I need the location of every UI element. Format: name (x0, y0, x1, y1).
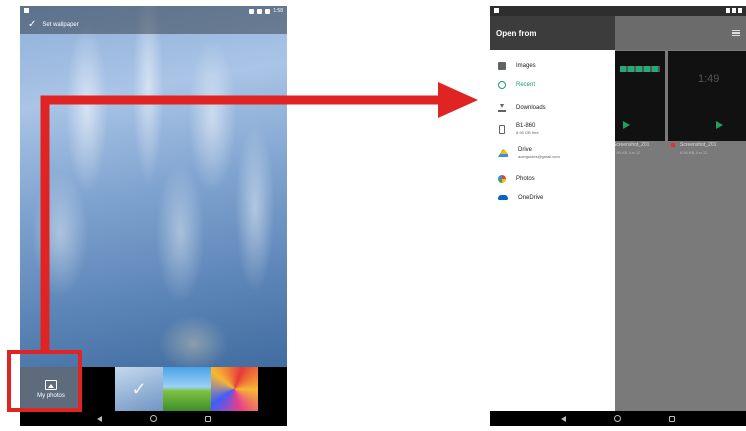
photos-icon (498, 174, 506, 183)
tile-2-caption: Screenshot_201 (680, 142, 717, 148)
status-icons (726, 8, 742, 13)
wifi-icon (726, 8, 730, 13)
status-bar: 1:58 (20, 6, 287, 16)
onedrive-icon (498, 195, 508, 200)
drawer-item-sub: 8.95 GB free (516, 130, 539, 135)
selected-check-icon: ✓ (131, 378, 147, 399)
back-icon[interactable] (561, 415, 566, 422)
drawer-item-sub: acerguides@gmail.com (518, 154, 560, 159)
signal-icon (732, 8, 736, 13)
tile-2-meta: 8.98 KB Jun 12 (680, 150, 708, 155)
tile-thumbnail (620, 66, 660, 72)
file-tile-2[interactable]: 1:49 (668, 51, 746, 141)
open-from-drawer: Open from Images Recent Downloads B1-860… (490, 16, 615, 411)
notification-icon (494, 8, 499, 13)
tile-1-caption: Screenshot_201 (613, 142, 650, 148)
images-icon (498, 61, 506, 70)
status-time: 1:58 (273, 8, 283, 14)
drawer-item-label: Photos (516, 175, 535, 182)
wifi-icon (257, 8, 263, 14)
drawer-item-label: Drive (518, 147, 533, 153)
list-view-icon[interactable] (732, 30, 740, 36)
drawer-item-label: Recent (516, 81, 536, 88)
drawer-item-drive[interactable]: Drive acerguides@gmail.com (490, 141, 615, 165)
tile-clock: 1:49 (698, 73, 720, 85)
bluetooth-icon (249, 8, 255, 14)
wallpaper-thumb-field[interactable] (163, 367, 211, 411)
recents-icon[interactable] (669, 415, 675, 422)
image-file-icon (671, 143, 675, 147)
play-icon (623, 121, 630, 129)
nav-bar-right (490, 411, 746, 426)
drawer-item-label: Images (516, 62, 536, 69)
download-icon (498, 103, 506, 112)
tile-1-meta: 8.98 KB Jun 12 (613, 150, 641, 155)
wallpaper-thumb-frost[interactable]: ✓ (115, 367, 163, 411)
file-picker-screen: 1:49 Screenshot_201 8.98 KB Jun 12 Scree… (490, 6, 746, 426)
home-icon[interactable] (149, 415, 157, 422)
drive-icon (498, 149, 508, 157)
home-icon[interactable] (614, 415, 621, 422)
drawer-item-photos[interactable]: Photos (490, 169, 615, 188)
back-icon[interactable] (96, 415, 102, 422)
recents-icon[interactable] (204, 415, 211, 422)
drawer-item-recent[interactable]: Recent (490, 75, 615, 94)
device-icon (499, 124, 505, 134)
drawer-item-label: B1-860 (516, 123, 536, 129)
drawer-item-label: Downloads (516, 104, 546, 111)
wallpaper-thumb-black[interactable] (82, 367, 115, 411)
battery-icon (738, 8, 742, 13)
drawer-item-downloads[interactable]: Downloads (490, 98, 615, 117)
play-icon (716, 121, 723, 129)
battery-icon (265, 8, 271, 14)
drawer-header: Open from (490, 16, 615, 50)
nav-bar (20, 411, 287, 426)
drawer-item-images[interactable]: Images (490, 56, 615, 75)
drawer-list: Images Recent Downloads B1-860 8.95 GB f… (490, 50, 615, 207)
check-icon[interactable]: ✓ (28, 20, 36, 30)
status-bar-right (490, 6, 746, 16)
my-photos-highlight (7, 350, 82, 412)
file-tile-1[interactable] (615, 51, 665, 141)
notification-icon (24, 8, 29, 13)
wallpaper-thumb-colors[interactable] (211, 367, 258, 411)
file-toolbar (610, 16, 746, 50)
drawer-item-device[interactable]: B1-860 8.95 GB free (490, 117, 615, 141)
set-wallpaper-label[interactable]: Set wallpaper (42, 22, 78, 28)
set-wallpaper-bar[interactable]: ✓ Set wallpaper (20, 16, 287, 34)
wallpaper-preview (20, 6, 287, 373)
recent-clock-icon (498, 80, 506, 89)
drawer-item-onedrive[interactable]: OneDrive (490, 188, 615, 207)
drawer-title: Open from (496, 28, 537, 38)
tutorial-figure: 1:58 ✓ Set wallpaper My photos ✓ 1:49 Sc… (0, 0, 746, 431)
drawer-item-label: OneDrive (518, 194, 544, 201)
